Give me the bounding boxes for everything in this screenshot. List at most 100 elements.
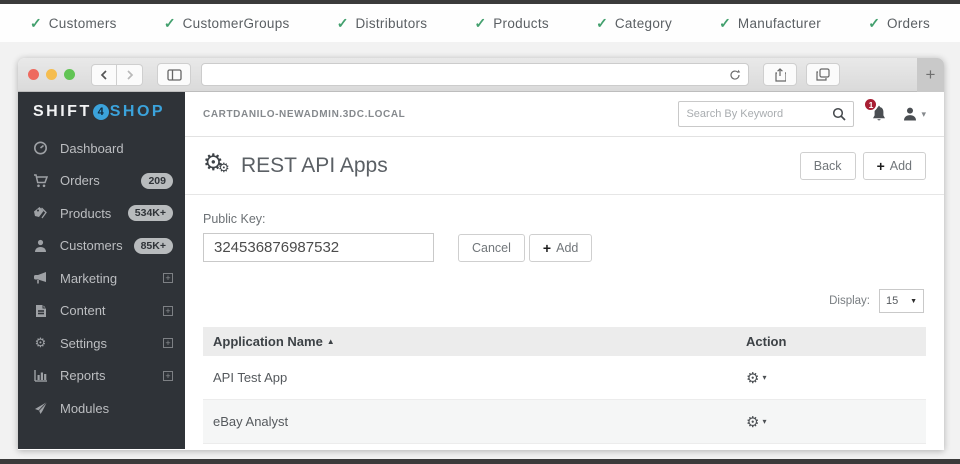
tab-overview-button[interactable]	[806, 63, 840, 86]
test-checklist-bar: ✓ Customers ✓ CustomerGroups ✓ Distribut…	[0, 4, 960, 42]
browser-window: + SHIFT 4 SHOP Dashboard	[18, 58, 944, 450]
tabs-icon	[816, 68, 830, 81]
check-item-products: ✓ Products	[475, 15, 549, 32]
page-title-bar: ⚙ ⚙ REST API Apps Back + Add	[185, 137, 944, 195]
back-button[interactable]: Back	[800, 152, 856, 180]
check-item-customers: ✓ Customers	[30, 15, 117, 32]
expand-icon[interactable]: +	[163, 338, 173, 348]
column-header-action: Action	[746, 334, 916, 349]
customer-icon	[32, 239, 49, 253]
url-input[interactable]	[209, 64, 729, 85]
url-bar[interactable]	[201, 63, 749, 86]
browser-back-button[interactable]	[91, 64, 117, 86]
sidebar-item-label: Customers	[60, 238, 123, 253]
app-name-cell: API Test App	[213, 370, 746, 385]
add-button-label: Add	[890, 159, 912, 173]
check-label: Products	[493, 16, 549, 31]
sidebar-toggle-icon	[167, 69, 182, 81]
products-count-badge: 534K+	[128, 205, 173, 221]
cancel-button[interactable]: Cancel	[458, 234, 525, 262]
new-tab-button[interactable]: +	[917, 58, 944, 92]
check-label: Distributors	[355, 16, 427, 31]
megaphone-icon	[32, 271, 49, 285]
orders-count-badge: 209	[141, 173, 173, 189]
action-cell: ⚙ ▾	[746, 369, 916, 387]
app-name-cell: eBay Analyst	[213, 414, 746, 429]
expand-icon[interactable]: +	[163, 371, 173, 381]
add-app-button[interactable]: + Add	[863, 152, 926, 180]
notifications-button[interactable]: 1	[870, 105, 888, 123]
check-label: CustomerGroups	[183, 16, 290, 31]
sidebar-item-label: Marketing	[60, 271, 117, 286]
column-header-application-name[interactable]: Application Name ▲	[213, 334, 746, 349]
sidebar-item-settings[interactable]: ⚙ Settings +	[18, 327, 185, 360]
check-label: Category	[615, 16, 672, 31]
sidebar-item-label: Products	[60, 206, 111, 221]
logo-text-shift: SHIFT	[33, 103, 92, 121]
letterbox-bottom	[0, 459, 960, 464]
check-item-manufacturer: ✓ Manufacturer	[719, 15, 821, 32]
search-icon[interactable]	[832, 107, 846, 121]
sidebar-item-label: Settings	[60, 336, 107, 351]
check-label: Orders	[887, 16, 930, 31]
admin-header: CARTDANILO-NEWADMIN.3DC.LOCAL 1 ▾	[185, 92, 944, 137]
check-icon: ✓	[475, 15, 487, 32]
confirm-add-button[interactable]: + Add	[529, 234, 592, 262]
close-window-button[interactable]	[28, 69, 39, 80]
dashboard-icon	[32, 141, 49, 155]
rocket-icon	[32, 401, 49, 415]
chevron-right-icon	[126, 70, 134, 80]
keyword-search-box[interactable]	[678, 101, 854, 127]
action-cell: ⚙ ▾	[746, 413, 916, 431]
check-label: Manufacturer	[738, 16, 821, 31]
share-button[interactable]	[763, 63, 797, 86]
display-count-row: Display: 15 ▼	[185, 289, 944, 313]
sidebar-toggle-button[interactable]	[157, 63, 191, 86]
sidebar-item-reports[interactable]: Reports +	[18, 360, 185, 393]
back-button-label: Back	[814, 159, 842, 173]
caret-down-icon: ▼	[910, 298, 917, 305]
public-key-form: Public Key: Cancel + Add	[185, 195, 944, 262]
display-count-select[interactable]: 15 ▼	[879, 289, 924, 313]
sidebar-item-content[interactable]: Content +	[18, 295, 185, 328]
document-icon	[32, 304, 49, 318]
check-item-orders: ✓ Orders	[868, 15, 930, 32]
sidebar-item-products[interactable]: Products 534K+	[18, 197, 185, 230]
browser-forward-button[interactable]	[117, 64, 143, 86]
sidebar-item-label: Dashboard	[60, 141, 124, 156]
sidebar-item-label: Orders	[60, 173, 100, 188]
row-actions-menu-button[interactable]: ⚙ ▾	[746, 413, 766, 431]
display-label: Display:	[829, 295, 870, 307]
logo-badge-4: 4	[93, 104, 109, 120]
check-icon: ✓	[30, 15, 42, 32]
search-input[interactable]	[686, 108, 832, 120]
admin-app: SHIFT 4 SHOP Dashboard Orders 209	[18, 92, 944, 449]
sidebar-item-orders[interactable]: Orders 209	[18, 165, 185, 198]
sort-asc-icon: ▲	[327, 337, 335, 346]
sidebar-item-label: Modules	[60, 401, 109, 416]
check-label: Customers	[49, 16, 117, 31]
confirm-add-label: Add	[556, 241, 578, 255]
public-key-input[interactable]	[203, 233, 434, 262]
reload-icon[interactable]	[729, 69, 741, 81]
check-item-distributors: ✓ Distributors	[337, 15, 428, 32]
table-row: API Test App ⚙ ▾	[203, 356, 926, 400]
chevron-left-icon	[100, 70, 108, 80]
table-row: eBay Analyst ⚙ ▾	[203, 400, 926, 444]
plus-icon: +	[543, 240, 551, 256]
admin-main: CARTDANILO-NEWADMIN.3DC.LOCAL 1 ▾	[185, 92, 944, 449]
user-menu-button[interactable]: ▾	[902, 106, 926, 122]
sidebar-item-marketing[interactable]: Marketing +	[18, 262, 185, 295]
expand-icon[interactable]: +	[163, 306, 173, 316]
sidebar-item-customers[interactable]: Customers 85K+	[18, 230, 185, 263]
sidebar-item-dashboard[interactable]: Dashboard	[18, 132, 185, 165]
title-actions: Back + Add	[800, 152, 926, 180]
caret-down-icon: ▾	[762, 417, 766, 426]
sidebar-item-modules[interactable]: Modules	[18, 392, 185, 425]
shift4shop-logo[interactable]: SHIFT 4 SHOP	[18, 92, 185, 132]
minimize-window-button[interactable]	[46, 69, 57, 80]
row-actions-menu-button[interactable]: ⚙ ▾	[746, 369, 766, 387]
window-controls	[28, 69, 75, 80]
expand-icon[interactable]: +	[163, 273, 173, 283]
zoom-window-button[interactable]	[64, 69, 75, 80]
